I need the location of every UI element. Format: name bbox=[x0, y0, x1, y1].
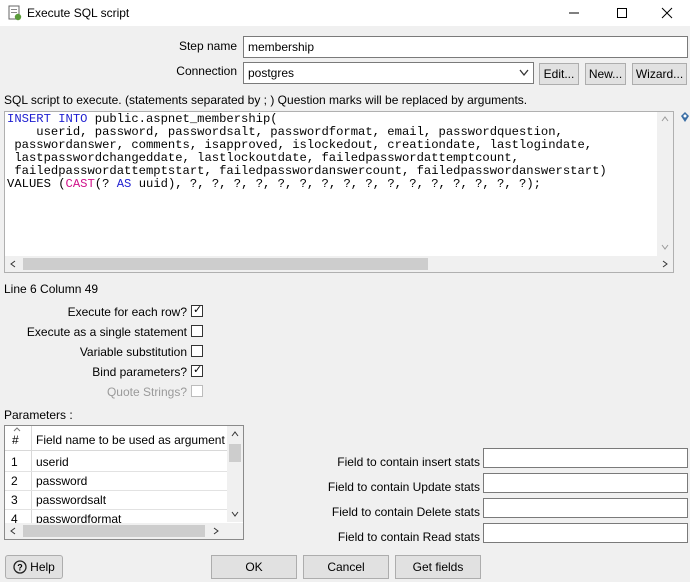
sql-script-icon bbox=[8, 5, 22, 21]
single-statement-checkbox[interactable] bbox=[191, 325, 203, 337]
sql-line-6-mid: (? bbox=[94, 177, 117, 191]
single-statement-label: Execute as a single statement bbox=[26, 325, 187, 339]
row-number: 3 bbox=[11, 493, 18, 507]
help-button[interactable]: ? Help bbox=[5, 555, 63, 579]
table-vertical-scrollbar[interactable] bbox=[227, 426, 243, 522]
connection-select[interactable]: postgres bbox=[243, 62, 534, 84]
row-number: 1 bbox=[11, 455, 18, 469]
scroll-left-icon[interactable] bbox=[10, 260, 16, 268]
step-name-label: Step name bbox=[178, 39, 237, 53]
scroll-up-icon[interactable] bbox=[661, 116, 669, 122]
row-number: 2 bbox=[11, 474, 18, 488]
editor-vertical-scrollbar[interactable] bbox=[657, 112, 673, 256]
update-stats-label: Field to contain Update stats bbox=[327, 480, 480, 494]
insert-stats-label: Field to contain insert stats bbox=[337, 455, 480, 469]
sql-as-keyword: AS bbox=[116, 177, 132, 191]
insert-stats-input[interactable] bbox=[483, 448, 688, 468]
bind-parameters-label: Bind parameters? bbox=[92, 365, 187, 379]
field-cell[interactable]: passwordsalt bbox=[36, 493, 106, 507]
quote-strings-label: Quote Strings? bbox=[106, 385, 187, 399]
table-horizontal-scrollbar[interactable] bbox=[5, 523, 243, 539]
connection-value: postgres bbox=[248, 66, 295, 80]
window-title: Execute SQL script bbox=[27, 6, 130, 20]
scroll-down-icon[interactable] bbox=[231, 511, 239, 517]
sql-instruction: SQL script to execute. (statements separ… bbox=[4, 93, 528, 107]
sql-line-5: failedpasswordattemptstart, failedpasswo… bbox=[7, 164, 607, 178]
scroll-thumb[interactable] bbox=[229, 444, 241, 462]
bind-parameters-checkbox[interactable]: ✓ bbox=[191, 364, 203, 377]
minimize-button[interactable] bbox=[551, 0, 597, 26]
title-bar: Execute SQL script bbox=[0, 0, 690, 26]
parameters-table[interactable]: # Field name to be used as argument 1 us… bbox=[4, 425, 244, 540]
scroll-down-icon[interactable] bbox=[661, 244, 669, 250]
scroll-up-icon[interactable] bbox=[231, 431, 239, 437]
parameters-label: Parameters : bbox=[4, 408, 73, 422]
chevron-down-icon bbox=[519, 69, 529, 77]
table-row[interactable]: 2 password bbox=[5, 471, 227, 491]
sql-line-3: passwordanswer, comments, isapproved, is… bbox=[7, 138, 593, 152]
editor-horizontal-scrollbar[interactable] bbox=[5, 256, 673, 272]
edit-connection-button[interactable]: Edit... bbox=[539, 63, 579, 85]
svg-text:?: ? bbox=[17, 563, 23, 573]
field-cell[interactable]: password bbox=[36, 474, 87, 488]
connection-label: Connection bbox=[176, 64, 237, 78]
scroll-thumb[interactable] bbox=[23, 525, 205, 537]
sql-editor[interactable]: INSERT INTO public.aspnet_membership( us… bbox=[4, 111, 674, 273]
scroll-left-icon[interactable] bbox=[10, 527, 16, 535]
field-cell[interactable]: userid bbox=[36, 455, 69, 469]
execute-each-row-checkbox[interactable]: ✓ bbox=[191, 304, 203, 317]
ok-button[interactable]: OK bbox=[211, 555, 297, 579]
scroll-right-icon[interactable] bbox=[213, 527, 219, 535]
close-icon bbox=[661, 7, 673, 19]
table-row[interactable]: 1 userid bbox=[5, 452, 227, 472]
help-label: Help bbox=[30, 560, 55, 574]
variable-substitution-checkbox[interactable] bbox=[191, 345, 203, 357]
quote-strings-checkbox bbox=[191, 385, 203, 397]
get-fields-button[interactable]: Get fields bbox=[395, 555, 481, 579]
column-header-field[interactable]: Field name to be used as argument bbox=[36, 433, 225, 447]
wizard-button[interactable]: Wizard... bbox=[632, 63, 687, 85]
sql-line-1: public.aspnet_membership( bbox=[87, 112, 278, 126]
cancel-button[interactable]: Cancel bbox=[303, 555, 389, 579]
cursor-position: Line 6 Column 49 bbox=[4, 282, 99, 296]
variable-substitution-label: Variable substitution bbox=[79, 345, 187, 359]
sql-line-6-start: VALUES ( bbox=[7, 177, 66, 191]
sql-keyword: INSERT INTO bbox=[7, 112, 88, 126]
minimize-icon bbox=[569, 12, 579, 14]
step-name-input[interactable]: membership bbox=[243, 36, 688, 58]
maximize-icon bbox=[617, 8, 627, 18]
column-header-number[interactable]: # bbox=[12, 433, 19, 447]
sql-code[interactable]: INSERT INTO public.aspnet_membership( us… bbox=[7, 113, 607, 191]
sql-line-4: lastpasswordchangeddate, lastlockoutdate… bbox=[7, 151, 519, 165]
sql-cast-function: CAST bbox=[65, 177, 95, 191]
help-icon: ? bbox=[13, 560, 27, 574]
sql-line-6-rest: uuid), ?, ?, ?, ?, ?, ?, ?, ?, ?, ?, ?, … bbox=[131, 177, 541, 191]
read-stats-input[interactable] bbox=[483, 523, 688, 543]
close-button[interactable] bbox=[644, 0, 690, 26]
table-row[interactable]: 3 passwordsalt bbox=[5, 490, 227, 510]
update-stats-input[interactable] bbox=[483, 473, 688, 493]
delete-stats-label: Field to contain Delete stats bbox=[331, 505, 480, 519]
new-connection-button[interactable]: New... bbox=[585, 63, 626, 85]
scroll-thumb[interactable] bbox=[23, 258, 428, 270]
maximize-button[interactable] bbox=[599, 0, 645, 26]
sort-icon[interactable] bbox=[13, 427, 21, 432]
table-header: # Field name to be used as argument bbox=[5, 426, 227, 451]
scroll-right-icon[interactable] bbox=[662, 260, 668, 268]
checkmark-icon: ✓ bbox=[193, 364, 203, 376]
execute-each-row-label: Execute for each row? bbox=[67, 305, 187, 319]
read-stats-label: Field to contain Read stats bbox=[337, 530, 480, 544]
checkmark-icon: ✓ bbox=[193, 304, 203, 316]
sql-line-2: userid, password, passwordsalt, password… bbox=[7, 125, 563, 139]
variable-icon[interactable] bbox=[680, 111, 690, 123]
delete-stats-input[interactable] bbox=[483, 498, 688, 518]
